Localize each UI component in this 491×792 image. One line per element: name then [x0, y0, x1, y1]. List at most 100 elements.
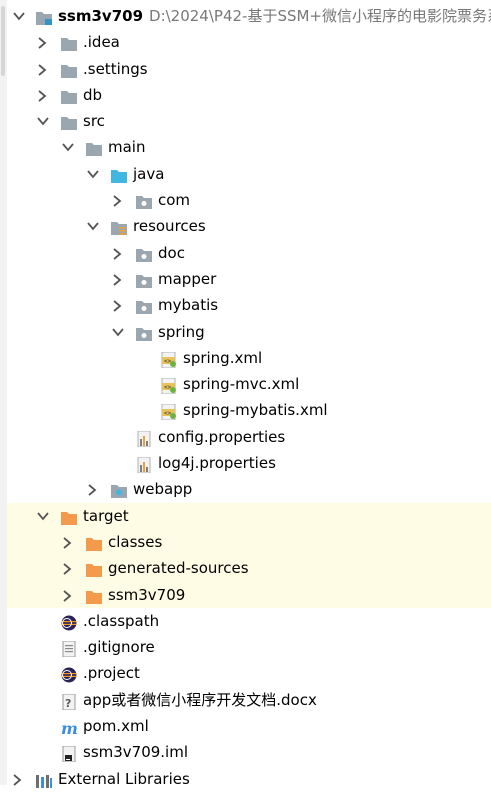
tree-label: .gitignore	[83, 638, 155, 657]
chevron-down-icon[interactable]	[84, 161, 100, 187]
tree-label: classes	[108, 532, 163, 551]
source-folder-icon	[110, 166, 128, 183]
chevron-down-icon[interactable]	[34, 503, 50, 529]
tree-row-ssm3v709-dir[interactable]: ssm3v709	[7, 581, 491, 608]
tree-row-root[interactable]: ssm3v709 D:\2024\P42-基于SSM+微信小程序的电影院票务系统	[0, 3, 491, 29]
tree-label: config.properties	[158, 427, 286, 446]
tree-row-external-libraries[interactable]: External Libraries	[0, 766, 491, 792]
tree-row-project[interactable]: .project	[0, 660, 491, 686]
tree-label: target	[83, 506, 129, 525]
tree-row-classes[interactable]: classes	[7, 528, 491, 556]
tree-label: ssm3v709	[108, 585, 186, 604]
chevron-down-icon[interactable]	[10, 3, 26, 29]
chevron-down-icon[interactable]	[84, 213, 100, 239]
package-icon	[135, 324, 153, 341]
excluded-folder-icon	[85, 587, 103, 604]
tree-row-gitignore[interactable]: .gitignore	[0, 634, 491, 660]
library-icon	[35, 771, 53, 788]
excluded-folder-icon	[85, 560, 103, 578]
chevron-right-icon[interactable]	[109, 292, 125, 318]
folder-icon	[60, 113, 78, 131]
chevron-right-icon[interactable]	[34, 29, 50, 55]
chevron-right-icon[interactable]	[59, 582, 75, 608]
project-tree: ssm3v709 D:\2024\P42-基于SSM+微信小程序的电影院票务系统 …	[0, 3, 491, 792]
tree-row-main[interactable]: main	[0, 134, 491, 160]
tree-label: .project	[83, 664, 140, 683]
tree-row-src[interactable]: src	[0, 108, 491, 134]
tree-label: webapp	[133, 480, 193, 499]
root-path: D:\2024\P42-基于SSM+微信小程序的电影院票务系统	[149, 7, 491, 25]
chevron-right-icon[interactable]	[109, 266, 125, 292]
tree-row-com[interactable]: com	[0, 187, 491, 213]
tree-label: .settings	[83, 59, 148, 78]
spring-xml-file-icon: <>	[160, 350, 178, 369]
chevron-right-icon[interactable]	[59, 529, 75, 555]
excluded-folder-icon	[60, 508, 78, 525]
tree-label: spring-mvc.xml	[183, 375, 300, 394]
tree-row-iml[interactable]: ssm3v709.iml	[0, 739, 491, 765]
tree-row-mapper[interactable]: mapper	[0, 266, 491, 292]
tree-label: doc	[158, 243, 185, 262]
chevron-right-icon[interactable]	[34, 82, 50, 108]
tree-row-db[interactable]: db	[0, 82, 491, 108]
package-icon	[135, 245, 153, 262]
tree-row-docx[interactable]: ? app或者微信小程序开发文档.docx	[0, 687, 491, 713]
package-icon	[135, 271, 153, 288]
tree-row-config-properties[interactable]: config.properties	[0, 424, 491, 450]
chevron-right-icon[interactable]	[109, 240, 125, 266]
maven-icon: m	[60, 718, 78, 738]
tree-row-generated-sources[interactable]: generated-sources	[7, 555, 491, 582]
iml-file-icon	[60, 744, 78, 763]
chevron-right-icon[interactable]	[34, 56, 50, 82]
svg-text:?: ?	[65, 697, 71, 710]
tree-row-pom[interactable]: m pom.xml	[0, 713, 491, 739]
root-name: ssm3v709	[58, 7, 144, 25]
spring-xml-file-icon: <>	[160, 376, 178, 395]
tree-row-mybatis[interactable]: mybatis	[0, 292, 491, 318]
tree-label: app或者微信小程序开发文档.docx	[83, 690, 317, 709]
package-icon	[135, 297, 153, 315]
tree-row-resources[interactable]: resources	[0, 213, 491, 239]
chevron-right-icon[interactable]	[59, 555, 75, 581]
tree-row-doc[interactable]: doc	[0, 240, 491, 266]
tree-label: db	[83, 85, 103, 104]
tree-row-spring[interactable]: spring	[0, 319, 491, 345]
tree-label: generated-sources	[108, 559, 249, 578]
tree-label: pom.xml	[83, 717, 149, 736]
tree-label: External Libraries	[58, 769, 190, 788]
tree-row-webapp[interactable]: webapp	[0, 476, 491, 502]
folder-icon	[85, 139, 103, 157]
tree-row-classpath[interactable]: .classpath	[0, 608, 491, 634]
properties-file-icon	[135, 455, 153, 474]
folder-icon	[60, 34, 78, 52]
chevron-down-icon[interactable]	[59, 134, 75, 160]
resources-folder-icon	[110, 218, 128, 236]
text-file-icon	[60, 639, 78, 658]
tree-row-spring-mvc-xml[interactable]: <> spring-mvc.xml	[0, 371, 491, 397]
tree-row-target[interactable]: target	[7, 502, 491, 529]
tree-label: mybatis	[158, 296, 219, 315]
chevron-right-icon[interactable]	[9, 766, 25, 792]
tree-label: .idea	[83, 33, 120, 52]
tree-row-java[interactable]: java	[0, 161, 491, 187]
tree-label: com	[158, 191, 191, 210]
tree-row-idea[interactable]: .idea	[0, 29, 491, 55]
tree-row-spring-mybatis-xml[interactable]: <> spring-mybatis.xml	[0, 397, 491, 423]
chevron-down-icon[interactable]	[109, 319, 125, 345]
chevron-right-icon[interactable]	[109, 187, 125, 213]
tree-row-settings[interactable]: .settings	[0, 56, 491, 82]
eclipse-file-icon	[60, 613, 78, 631]
tree-label: spring	[158, 322, 205, 341]
chevron-right-icon[interactable]	[84, 476, 100, 502]
chevron-down-icon[interactable]	[34, 108, 50, 134]
unknown-file-icon: ?	[60, 692, 78, 711]
excluded-folder-icon	[85, 534, 103, 551]
tree-row-log4j-properties[interactable]: log4j.properties	[0, 450, 491, 476]
tree-label: spring.xml	[183, 348, 263, 367]
module-folder-icon	[35, 8, 53, 25]
tree-label: .classpath	[83, 611, 160, 630]
spring-xml-file-icon: <>	[160, 402, 178, 421]
eclipse-file-icon	[60, 665, 78, 683]
tree-label: resources	[133, 217, 206, 236]
tree-row-spring-xml[interactable]: <> spring.xml	[0, 345, 491, 371]
